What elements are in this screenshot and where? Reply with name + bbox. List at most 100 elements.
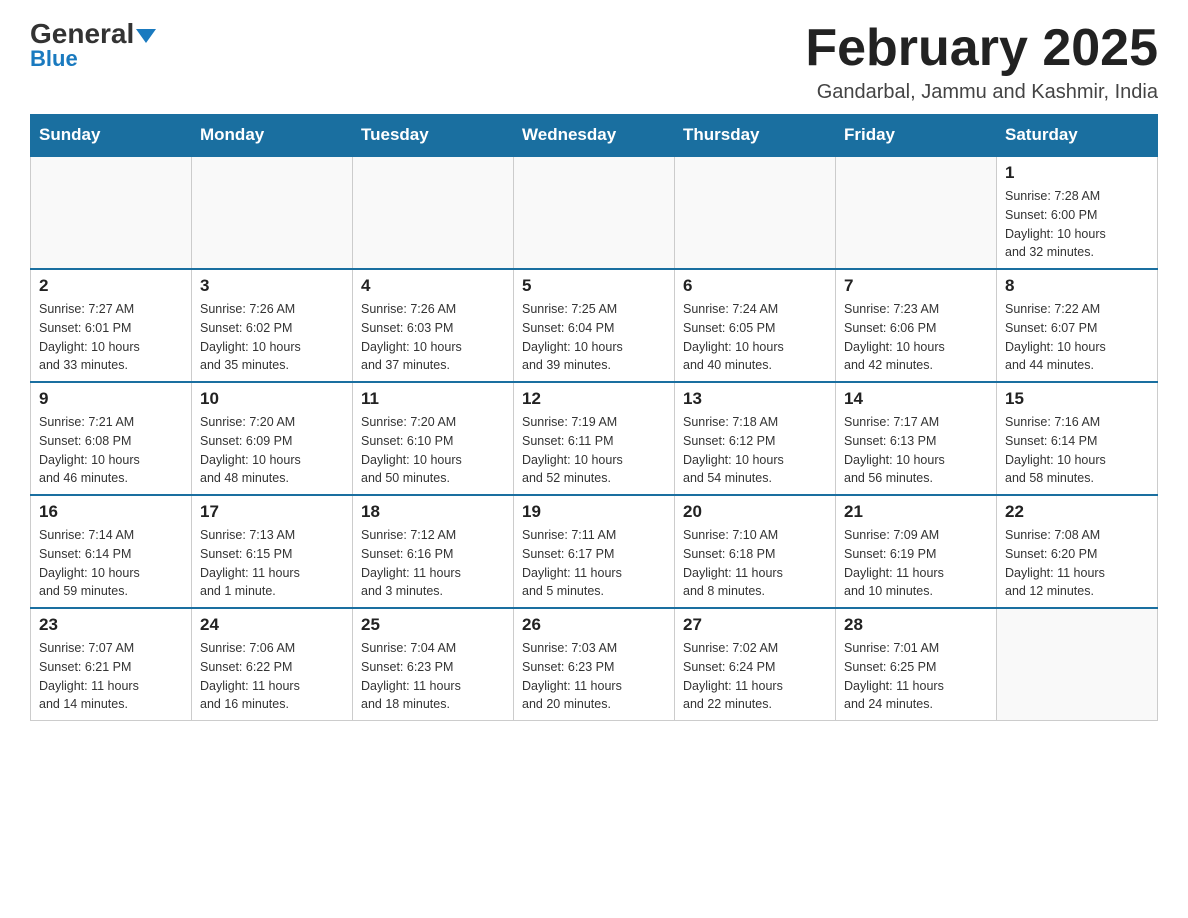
col-header-wednesday: Wednesday [514,115,675,157]
calendar-cell: 18Sunrise: 7:12 AMSunset: 6:16 PMDayligh… [353,495,514,608]
calendar-cell: 23 Sunrise: 7:07 AMSunset: 6:21 PMDayligh… [31,608,192,721]
day-number: 12 [522,389,666,409]
day-info: Sunrise: 7:01 AMSunset: 6:25 PMDaylight:… [844,639,988,714]
day-info: Sunrise: 7:20 AMSunset: 6:10 PMDaylight:… [361,413,505,488]
calendar-week-row: 2 Sunrise: 7:27 AMSunset: 6:01 PMDaylight… [31,269,1158,382]
day-number: 26 [522,615,666,635]
day-number: 22 [1005,502,1149,522]
calendar-week-row: 9Sunrise: 7:21 AMSunset: 6:08 PMDaylight… [31,382,1158,495]
calendar-cell: 5 Sunrise: 7:25 AMSunset: 6:04 PMDaylight… [514,269,675,382]
day-number: 24 [200,615,344,635]
day-number: 1 [1005,163,1149,183]
day-number: 23 [39,615,183,635]
calendar-cell [192,156,353,269]
day-number: 17 [200,502,344,522]
day-number: 6 [683,276,827,296]
calendar-cell: 19 Sunrise: 7:11 AMSunset: 6:17 PMDayligh… [514,495,675,608]
day-number: 4 [361,276,505,296]
calendar-cell [997,608,1158,721]
col-header-sunday: Sunday [31,115,192,157]
col-header-tuesday: Tuesday [353,115,514,157]
calendar-cell: 15 Sunrise: 7:16 AMSunset: 6:14 PMDayligh… [997,382,1158,495]
calendar-cell [31,156,192,269]
col-header-saturday: Saturday [997,115,1158,157]
day-number: 16 [39,502,183,522]
day-number: 11 [361,389,505,409]
day-number: 3 [200,276,344,296]
day-number: 10 [200,389,344,409]
day-number: 25 [361,615,505,635]
day-info: Sunrise: 7:18 AMSunset: 6:12 PMDaylight:… [683,413,827,488]
day-info: Sunrise: 7:14 AMSunset: 6:14 PMDaylight:… [39,526,183,601]
calendar-cell: 9Sunrise: 7:21 AMSunset: 6:08 PMDaylight… [31,382,192,495]
logo: General Blue [30,20,156,72]
day-number: 15 [1005,389,1149,409]
calendar-cell [836,156,997,269]
day-info: Sunrise: 7:24 AMSunset: 6:05 PMDaylight:… [683,300,827,375]
calendar-cell: 6 Sunrise: 7:24 AMSunset: 6:05 PMDaylight… [675,269,836,382]
col-header-thursday: Thursday [675,115,836,157]
day-info: Sunrise: 7:16 AMSunset: 6:14 PMDaylight:… [1005,413,1149,488]
col-header-friday: Friday [836,115,997,157]
day-info: Sunrise: 7:21 AMSunset: 6:08 PMDaylight:… [39,413,183,488]
day-info: Sunrise: 7:07 AMSunset: 6:21 PMDaylight:… [39,639,183,714]
day-info: Sunrise: 7:04 AMSunset: 6:23 PMDaylight:… [361,639,505,714]
calendar-week-row: 1Sunrise: 7:28 AMSunset: 6:00 PMDaylight… [31,156,1158,269]
calendar-cell: 17 Sunrise: 7:13 AMSunset: 6:15 PMDayligh… [192,495,353,608]
day-number: 21 [844,502,988,522]
day-info: Sunrise: 7:02 AMSunset: 6:24 PMDaylight:… [683,639,827,714]
col-header-monday: Monday [192,115,353,157]
location-subtitle: Gandarbal, Jammu and Kashmir, India [805,81,1158,104]
calendar-week-row: 23 Sunrise: 7:07 AMSunset: 6:21 PMDayligh… [31,608,1158,721]
day-info: Sunrise: 7:27 AMSunset: 6:01 PMDaylight:… [39,300,183,375]
logo-general: General [30,20,156,48]
calendar-cell: 7 Sunrise: 7:23 AMSunset: 6:06 PMDaylight… [836,269,997,382]
day-info: Sunrise: 7:12 AMSunset: 6:16 PMDaylight:… [361,526,505,601]
day-number: 8 [1005,276,1149,296]
day-info: Sunrise: 7:06 AMSunset: 6:22 PMDaylight:… [200,639,344,714]
day-number: 28 [844,615,988,635]
title-block: February 2025 Gandarbal, Jammu and Kashm… [805,20,1158,104]
day-info: Sunrise: 7:17 AMSunset: 6:13 PMDaylight:… [844,413,988,488]
day-number: 20 [683,502,827,522]
day-info: Sunrise: 7:11 AMSunset: 6:17 PMDaylight:… [522,526,666,601]
calendar-cell: 14 Sunrise: 7:17 AMSunset: 6:13 PMDayligh… [836,382,997,495]
day-info: Sunrise: 7:23 AMSunset: 6:06 PMDaylight:… [844,300,988,375]
day-info: Sunrise: 7:25 AMSunset: 6:04 PMDaylight:… [522,300,666,375]
day-info: Sunrise: 7:19 AMSunset: 6:11 PMDaylight:… [522,413,666,488]
calendar-cell: 4 Sunrise: 7:26 AMSunset: 6:03 PMDaylight… [353,269,514,382]
calendar-cell: 16 Sunrise: 7:14 AMSunset: 6:14 PMDayligh… [31,495,192,608]
day-number: 5 [522,276,666,296]
page-header: General Blue February 2025 Gandarbal, Ja… [30,20,1158,104]
calendar-cell [353,156,514,269]
day-info: Sunrise: 7:03 AMSunset: 6:23 PMDaylight:… [522,639,666,714]
day-info: Sunrise: 7:13 AMSunset: 6:15 PMDaylight:… [200,526,344,601]
calendar-cell: 2 Sunrise: 7:27 AMSunset: 6:01 PMDaylight… [31,269,192,382]
calendar-cell: 28 Sunrise: 7:01 AMSunset: 6:25 PMDayligh… [836,608,997,721]
calendar-cell: 13 Sunrise: 7:18 AMSunset: 6:12 PMDayligh… [675,382,836,495]
calendar-cell: 24 Sunrise: 7:06 AMSunset: 6:22 PMDayligh… [192,608,353,721]
calendar-cell: 12 Sunrise: 7:19 AMSunset: 6:11 PMDayligh… [514,382,675,495]
calendar-cell: 1Sunrise: 7:28 AMSunset: 6:00 PMDaylight… [997,156,1158,269]
day-info: Sunrise: 7:22 AMSunset: 6:07 PMDaylight:… [1005,300,1149,375]
calendar-cell: 22 Sunrise: 7:08 AMSunset: 6:20 PMDayligh… [997,495,1158,608]
day-info: Sunrise: 7:26 AMSunset: 6:03 PMDaylight:… [361,300,505,375]
calendar-cell: 20 Sunrise: 7:10 AMSunset: 6:18 PMDayligh… [675,495,836,608]
calendar-cell: 3 Sunrise: 7:26 AMSunset: 6:02 PMDaylight… [192,269,353,382]
day-number: 14 [844,389,988,409]
day-info: Sunrise: 7:08 AMSunset: 6:20 PMDaylight:… [1005,526,1149,601]
calendar-cell: 11 Sunrise: 7:20 AMSunset: 6:10 PMDayligh… [353,382,514,495]
day-number: 19 [522,502,666,522]
day-number: 2 [39,276,183,296]
day-number: 7 [844,276,988,296]
day-info: Sunrise: 7:26 AMSunset: 6:02 PMDaylight:… [200,300,344,375]
day-number: 13 [683,389,827,409]
calendar-week-row: 16 Sunrise: 7:14 AMSunset: 6:14 PMDayligh… [31,495,1158,608]
calendar-cell: 10Sunrise: 7:20 AMSunset: 6:09 PMDayligh… [192,382,353,495]
calendar-cell: 8 Sunrise: 7:22 AMSunset: 6:07 PMDaylight… [997,269,1158,382]
calendar-cell [675,156,836,269]
logo-blue: Blue [30,46,78,72]
calendar-cell: 27Sunrise: 7:02 AMSunset: 6:24 PMDayligh… [675,608,836,721]
month-title: February 2025 [805,20,1158,77]
day-info: Sunrise: 7:10 AMSunset: 6:18 PMDaylight:… [683,526,827,601]
